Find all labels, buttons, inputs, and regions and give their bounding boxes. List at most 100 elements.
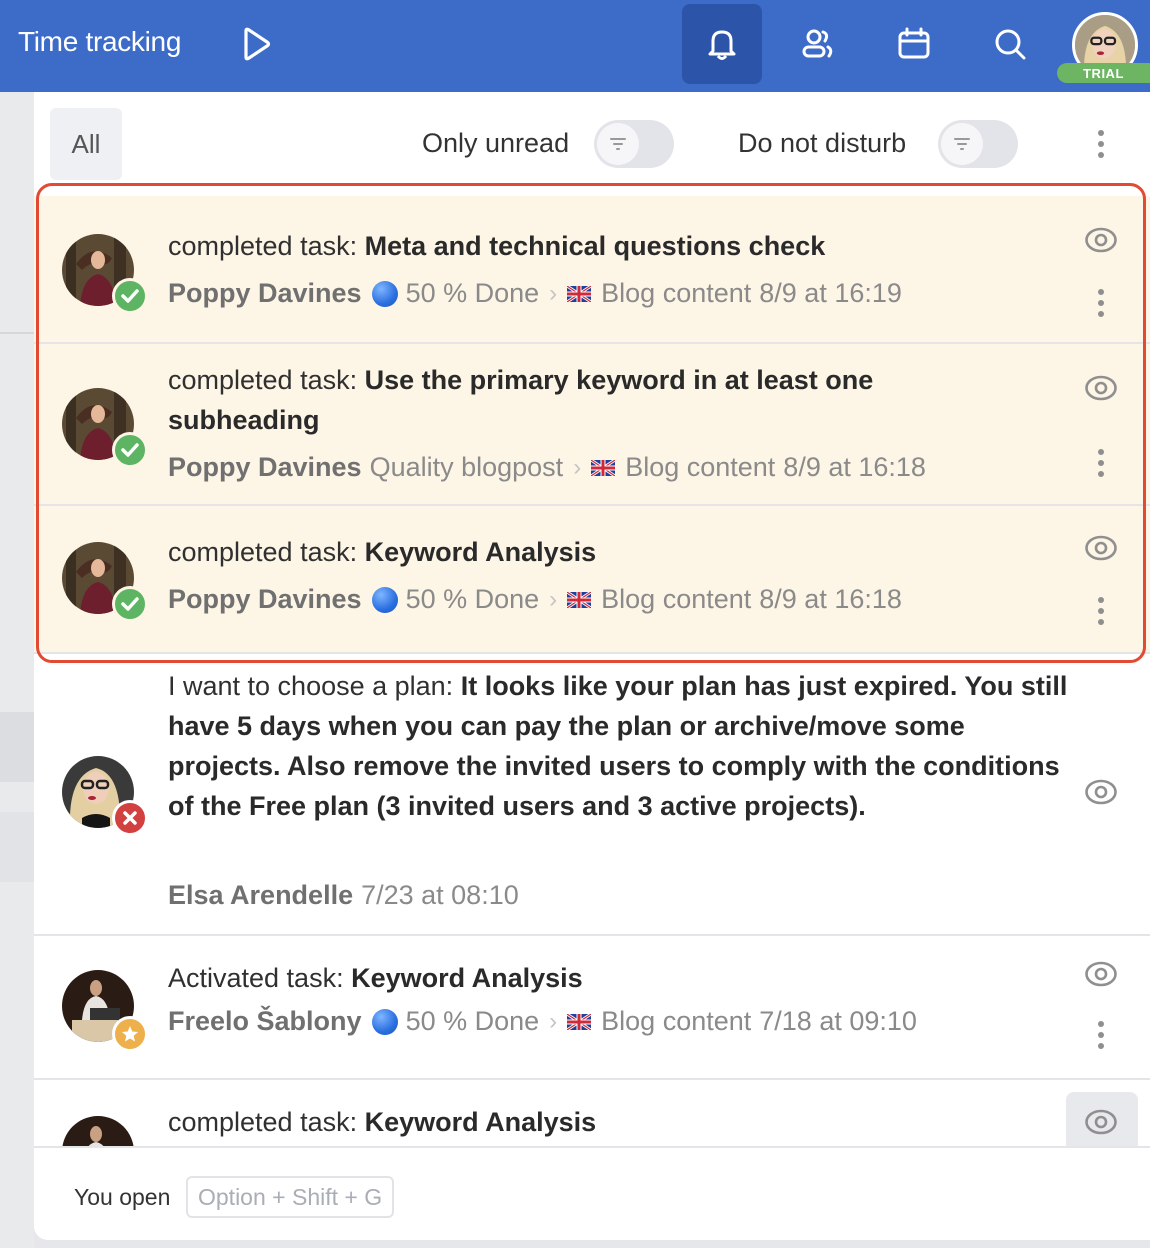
shortcut-footer: You open Option + Shift + G <box>34 1146 1150 1240</box>
chevron-right-icon: › <box>573 453 582 481</box>
start-timer-button[interactable] <box>236 24 276 64</box>
kebab-dot <box>1098 597 1104 603</box>
panel-more-menu[interactable] <box>1086 126 1116 162</box>
kebab-dot <box>1098 471 1104 477</box>
kebab-dot <box>1098 130 1104 136</box>
eye-icon[interactable] <box>1084 778 1118 806</box>
shortcut-key: Option + Shift + G <box>186 1176 395 1218</box>
kebab-dot <box>1098 1021 1104 1027</box>
background-app <box>0 92 34 1248</box>
status-dot-icon <box>371 586 398 613</box>
notification-item[interactable]: completed task: Keyword Analysis Poppy D… <box>34 506 1150 654</box>
notification-text: completed task: Use the primary keyword … <box>168 365 874 435</box>
filter-icon <box>954 138 970 150</box>
only-unread-label: Only unread <box>422 128 570 158</box>
uk-flag-icon <box>567 1013 592 1030</box>
notification-item[interactable]: completed task: Meta and technical quest… <box>34 196 1150 344</box>
item-more-menu[interactable] <box>1092 1018 1110 1052</box>
task-name[interactable]: Keyword Analysis <box>351 963 583 993</box>
kebab-dot <box>1098 141 1104 147</box>
timestamp: 8/9 at 16:18 <box>783 452 926 482</box>
timestamp: 8/9 at 16:18 <box>759 584 902 614</box>
eye-icon[interactable] <box>1084 1108 1118 1136</box>
notification-item[interactable]: I want to choose a plan: It looks like y… <box>34 654 1150 936</box>
item-more-menu[interactable] <box>1092 594 1110 628</box>
notification-meta: Freelo Šablony 50 % Done › Blog content … <box>168 1006 917 1037</box>
app-title: Time tracking <box>18 26 182 57</box>
search-icon <box>995 29 1026 60</box>
notification-item[interactable]: completed task: Use the primary keyword … <box>34 344 1150 506</box>
notifications-panel: All Only unread Do not disturb completed… <box>34 92 1150 1240</box>
project-name[interactable]: Blog content <box>601 278 751 309</box>
notification-text: I want to choose a plan: It looks like y… <box>168 671 1068 821</box>
nav-calendar-button[interactable] <box>874 4 954 84</box>
item-more-menu[interactable] <box>1092 446 1110 480</box>
notification-item[interactable]: Activated task: Keyword Analysis Freelo … <box>34 936 1150 1080</box>
notification-text: Activated task: Keyword Analysis <box>168 963 583 993</box>
do-not-disturb-label: Do not disturb <box>738 128 907 158</box>
kebab-dot <box>1098 608 1104 614</box>
timestamp: 7/23 at 08:10 <box>361 880 519 910</box>
do-not-disturb-toggle[interactable] <box>938 120 1018 168</box>
uk-flag-icon <box>567 591 592 608</box>
eye-icon[interactable] <box>1084 374 1118 402</box>
author-name: Freelo Šablony <box>168 1006 362 1036</box>
project-name[interactable]: Blog content <box>601 584 751 615</box>
star-badge-icon <box>112 1016 148 1052</box>
author-name: Elsa Arendelle <box>168 880 354 910</box>
project-name[interactable]: Blog content <box>625 452 775 483</box>
task-status: 50 % Done <box>405 278 540 308</box>
bell-icon <box>708 30 736 60</box>
task-name[interactable]: Keyword Analysis <box>365 1107 597 1137</box>
kebab-dot <box>1098 619 1104 625</box>
shortcut-label: You open <box>74 1184 171 1210</box>
chevron-right-icon: › <box>549 279 558 307</box>
kebab-dot <box>1098 1043 1104 1049</box>
nav-notifications-button[interactable] <box>682 4 762 84</box>
kebab-dot <box>1098 289 1104 295</box>
author-name: Poppy Davines <box>168 452 362 482</box>
notification-text: completed task: Keyword Analysis <box>168 537 597 567</box>
chevron-right-icon: › <box>549 585 558 613</box>
trial-badge: TRIAL <box>1057 63 1150 83</box>
top-bar: Time tracking TRIAL <box>0 0 1150 92</box>
check-badge-icon <box>112 278 148 314</box>
kebab-dot <box>1098 460 1104 466</box>
task-name[interactable]: Keyword Analysis <box>365 537 597 567</box>
eye-icon[interactable] <box>1084 534 1118 562</box>
project-name[interactable]: Blog content <box>601 1006 751 1037</box>
notification-meta: Poppy Davines Quality blogpost › Blog co… <box>168 452 926 483</box>
task-status: 50 % Done <box>405 584 540 614</box>
eye-icon[interactable] <box>1084 960 1118 988</box>
cross-badge-icon <box>112 800 148 836</box>
task-name[interactable]: Meta and technical questions check <box>365 231 826 261</box>
kebab-dot <box>1098 449 1104 455</box>
users-icon <box>802 29 833 58</box>
uk-flag-icon <box>591 459 616 476</box>
filter-all-tab[interactable]: All <box>50 108 122 180</box>
task-status: 50 % Done <box>405 1006 540 1036</box>
kebab-dot <box>1098 300 1104 306</box>
task-list-name: Quality blogpost <box>369 452 564 482</box>
notification-meta: Elsa Arendelle 7/23 at 08:10 <box>168 880 519 911</box>
timestamp: 7/18 at 09:10 <box>759 1006 917 1036</box>
status-dot-icon <box>371 1008 398 1035</box>
filter-icon <box>610 138 626 150</box>
timestamp: 8/9 at 16:19 <box>759 278 902 308</box>
notification-meta: Poppy Davines 50 % Done › Blog content 8… <box>168 278 902 309</box>
kebab-dot <box>1098 152 1104 158</box>
calendar-icon <box>898 27 930 59</box>
eye-icon[interactable] <box>1084 226 1118 254</box>
author-name: Poppy Davines <box>168 584 362 614</box>
notification-text: completed task: Keyword Analysis <box>168 1107 597 1137</box>
kebab-dot <box>1098 1032 1104 1038</box>
nav-users-button[interactable] <box>778 4 858 84</box>
status-dot-icon <box>371 280 398 307</box>
item-more-menu[interactable] <box>1092 286 1110 320</box>
chevron-right-icon: › <box>549 1007 558 1035</box>
nav-search-button[interactable] <box>970 4 1050 84</box>
only-unread-toggle[interactable] <box>594 120 674 168</box>
notification-meta: Poppy Davines 50 % Done › Blog content 8… <box>168 584 902 615</box>
kebab-dot <box>1098 311 1104 317</box>
check-badge-icon <box>112 432 148 468</box>
